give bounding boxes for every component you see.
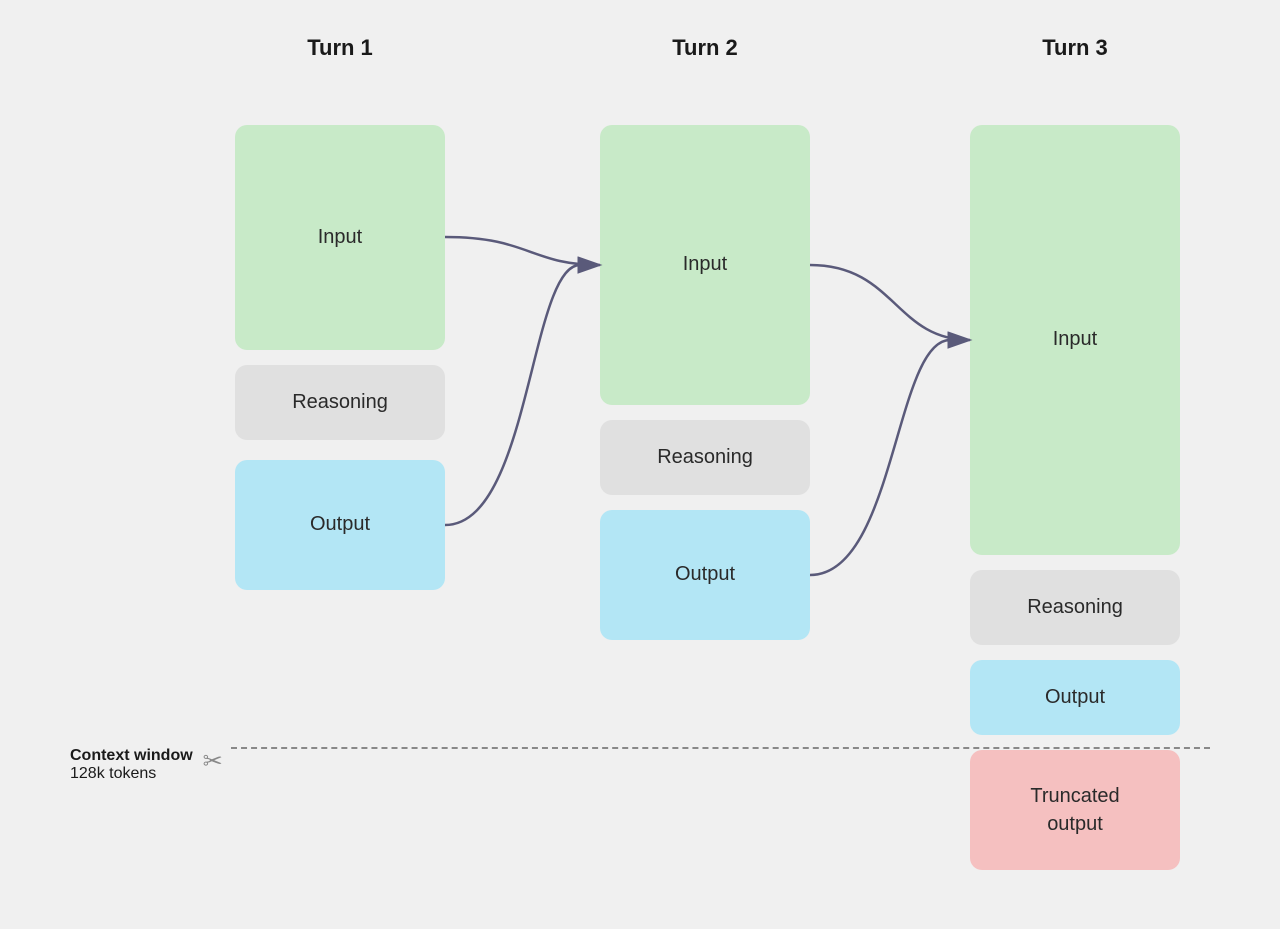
t3-reasoning-block: Reasoning [970,570,1180,645]
turn2-label: Turn 2 [600,35,810,61]
t1-input-block: Input [235,125,445,350]
diagram: Turn 1 Turn 2 Turn 3 Input Reasoning Out… [40,35,1240,895]
context-dashed-line [231,747,1210,749]
context-window-line: Context window 128k tokens ✂ [70,747,1210,783]
turn1-label: Turn 1 [235,35,445,61]
t3-input-block: Input [970,125,1180,555]
t2-input-block: Input [600,125,810,405]
t3-output-block: Output [970,660,1180,735]
t1-reasoning-block: Reasoning [235,365,445,440]
context-window-label: Context window 128k tokens [70,747,193,783]
t2-output-block: Output [600,510,810,640]
scissors-icon: ✂ [203,747,223,776]
turn3-label: Turn 3 [970,35,1180,61]
t1-output-block: Output [235,460,445,590]
t2-reasoning-block: Reasoning [600,420,810,495]
